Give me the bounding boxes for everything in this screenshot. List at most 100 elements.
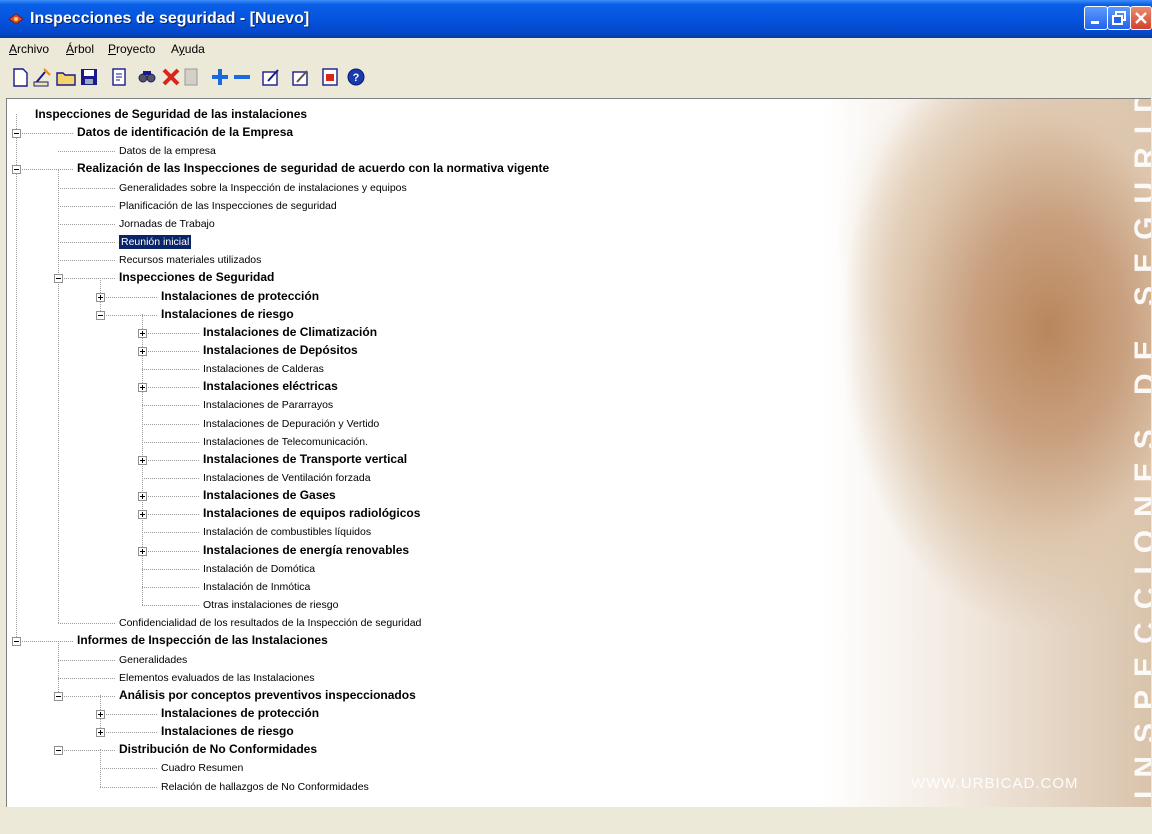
tree-node[interactable]: Generalidades sobre la Inspección de ins… bbox=[119, 181, 407, 195]
collapse-icon[interactable] bbox=[54, 746, 63, 756]
tree-connector-13 bbox=[142, 350, 199, 353]
menu-arbol[interactable]: Árbol bbox=[66, 42, 94, 56]
tree-node[interactable]: Jornadas de Trabajo bbox=[119, 217, 215, 231]
tree-node[interactable]: Instalaciones de protección bbox=[161, 706, 319, 720]
title-bar[interactable]: Inspecciones de seguridad - [Nuevo] bbox=[0, 0, 1152, 38]
disabled-tool-button[interactable] bbox=[180, 66, 202, 88]
menu-archivo[interactable]: Archivo bbox=[9, 42, 49, 56]
tree-node[interactable]: Instalaciones de Climatización bbox=[203, 325, 377, 339]
collapse-icon[interactable] bbox=[12, 165, 21, 175]
collapse-icon[interactable] bbox=[54, 274, 63, 284]
tree-node[interactable]: Instalaciones de Depuración y Vertido bbox=[203, 417, 379, 431]
preview-button[interactable] bbox=[108, 66, 130, 88]
tree-node[interactable]: Instalaciones de riesgo bbox=[161, 724, 294, 738]
tree-node[interactable]: Elementos evaluados de las Instalaciones bbox=[119, 671, 315, 685]
add-node-button[interactable] bbox=[209, 66, 231, 88]
menu-archivo-mnemonic: A bbox=[9, 42, 18, 56]
tree-node[interactable]: Realización de las Inspecciones de segur… bbox=[77, 161, 549, 175]
tree-node[interactable]: Inspecciones de Seguridad bbox=[119, 270, 274, 284]
tree-node[interactable]: Instalaciones de equipos radiológicos bbox=[203, 506, 420, 520]
project-tree[interactable]: Inspecciones de Seguridad de las instala… bbox=[7, 99, 619, 807]
save-button[interactable] bbox=[78, 66, 100, 88]
tree-connector-vertical-6 bbox=[58, 640, 60, 696]
tree-node[interactable]: Inspecciones de Seguridad de las instala… bbox=[35, 107, 307, 121]
tree-connector-18 bbox=[142, 441, 199, 444]
open-wizard-icon bbox=[33, 68, 51, 87]
tree-node-selected[interactable]: Reunión inicial bbox=[119, 235, 192, 250]
tree-node[interactable]: Instalaciones de Telecomunicación. bbox=[203, 435, 368, 449]
tree-node[interactable]: Relación de hallazgos de No Conformidade… bbox=[161, 780, 369, 794]
tree-node[interactable]: Instalaciones eléctricas bbox=[203, 379, 338, 393]
svg-text:?: ? bbox=[353, 72, 360, 84]
tree-node[interactable]: Instalaciones de Depósitos bbox=[203, 343, 358, 357]
tree-node[interactable]: Instalaciones de riesgo bbox=[161, 307, 294, 321]
save-icon bbox=[81, 69, 97, 85]
expand-icon[interactable] bbox=[138, 492, 147, 502]
collapse-icon[interactable] bbox=[12, 129, 21, 139]
expand-icon[interactable] bbox=[138, 546, 147, 556]
tree-connector-12 bbox=[142, 332, 199, 335]
tree-connector-2 bbox=[58, 151, 115, 153]
tree-node[interactable]: Instalaciones de energía renovables bbox=[203, 543, 409, 557]
close-button[interactable] bbox=[1130, 6, 1152, 30]
minimize-icon bbox=[1091, 21, 1099, 24]
banner-url: WWW.URBICAD.COM bbox=[911, 775, 1079, 792]
product-banner: INSPECCIONES DE SEGURIDAD WWW.URBICAD.CO… bbox=[619, 99, 1151, 807]
tree-node[interactable]: Planificación de las Inspecciones de seg… bbox=[119, 199, 337, 213]
expand-icon[interactable] bbox=[96, 292, 105, 302]
tree-node[interactable]: Análisis por conceptos preventivos inspe… bbox=[119, 688, 416, 702]
tree-node[interactable]: Distribución de No Conformidades bbox=[119, 742, 317, 756]
tree-node[interactable]: Instalaciones de Gases bbox=[203, 488, 336, 502]
expand-icon[interactable] bbox=[138, 455, 147, 465]
menu-ayuda[interactable]: Ayuda bbox=[171, 42, 205, 56]
edit-icon bbox=[262, 69, 279, 86]
tree-node[interactable]: Instalación de Inmótica bbox=[203, 580, 310, 594]
tree-connector-16 bbox=[142, 405, 199, 407]
minimize-button[interactable] bbox=[1084, 6, 1108, 30]
tree-node[interactable]: Cuadro Resumen bbox=[161, 761, 243, 775]
expand-icon[interactable] bbox=[138, 328, 147, 338]
tree-node[interactable]: Instalación de Domótica bbox=[203, 562, 315, 576]
find-button[interactable] bbox=[136, 66, 158, 88]
restore-button[interactable] bbox=[1107, 6, 1131, 30]
expand-icon[interactable] bbox=[96, 728, 105, 738]
delete-button[interactable] bbox=[160, 66, 182, 88]
tree-node[interactable]: Datos de identificación de la Empresa bbox=[77, 125, 293, 139]
tree-node[interactable]: Instalaciones de protección bbox=[161, 289, 319, 303]
expand-icon[interactable] bbox=[138, 346, 147, 356]
collapse-icon[interactable] bbox=[12, 637, 21, 647]
collapse-icon[interactable] bbox=[54, 691, 63, 701]
tree-connector-27 bbox=[142, 605, 199, 607]
tree-node[interactable]: Confidencialidad de los resultados de la… bbox=[119, 616, 421, 630]
edit-alt-button[interactable] bbox=[290, 66, 312, 88]
tree-node[interactable]: Generalidades bbox=[119, 653, 187, 667]
tree-connector-28 bbox=[58, 623, 115, 625]
tree-node[interactable]: Informes de Inspección de las Instalacio… bbox=[77, 633, 328, 647]
wizard-button[interactable] bbox=[31, 66, 53, 88]
tree-connector-23 bbox=[142, 532, 199, 534]
expand-icon[interactable] bbox=[138, 383, 147, 393]
tree-node[interactable]: Instalaciones de Calderas bbox=[203, 362, 324, 376]
remove-node-button[interactable] bbox=[231, 66, 253, 88]
tree-node[interactable]: Otras instalaciones de riesgo bbox=[203, 598, 338, 612]
menu-proyecto-label: royecto bbox=[116, 42, 156, 56]
tree-node[interactable]: Instalación de combustibles líquidos bbox=[203, 525, 371, 539]
tree-node[interactable]: Recursos materiales utilizados bbox=[119, 253, 261, 267]
tree-node[interactable]: Instalaciones de Ventilación forzada bbox=[203, 471, 371, 485]
tree-connector-37 bbox=[100, 786, 157, 789]
help-button[interactable]: ? bbox=[345, 66, 367, 88]
tree-connector-34 bbox=[100, 732, 157, 734]
new-button[interactable] bbox=[9, 66, 31, 88]
collapse-icon[interactable] bbox=[96, 310, 105, 320]
expand-icon[interactable] bbox=[138, 510, 147, 520]
report-button[interactable] bbox=[319, 66, 341, 88]
expand-icon[interactable] bbox=[96, 709, 105, 719]
menu-proyecto[interactable]: Proyecto bbox=[108, 42, 155, 56]
open-button[interactable] bbox=[55, 66, 77, 88]
tree-node[interactable]: Instalaciones de Pararrayos bbox=[203, 398, 333, 412]
edit-button[interactable] bbox=[260, 66, 282, 88]
menu-arbol-mnemonic: Á bbox=[66, 42, 75, 56]
tree-connector-22 bbox=[142, 514, 199, 516]
tree-node[interactable]: Instalaciones de Transporte vertical bbox=[203, 452, 407, 466]
tree-node[interactable]: Datos de la empresa bbox=[119, 144, 216, 158]
